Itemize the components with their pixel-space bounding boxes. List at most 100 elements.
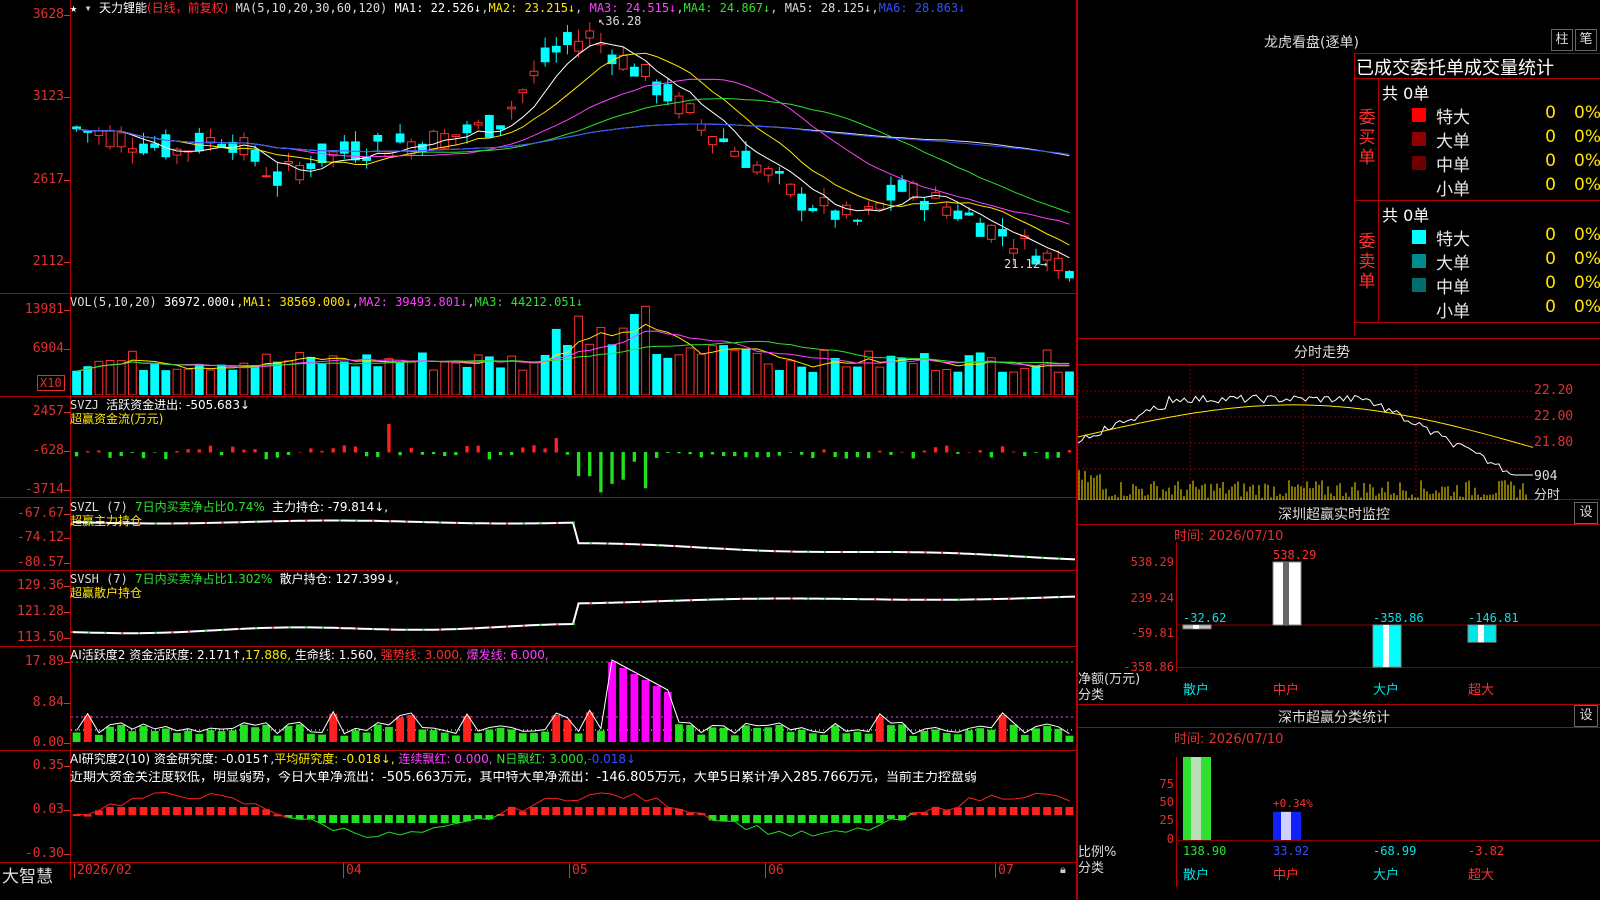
active-bar xyxy=(630,674,639,742)
research-line xyxy=(768,830,780,835)
flow-bar xyxy=(1034,452,1038,453)
position-tick xyxy=(1024,597,1027,600)
candle-body xyxy=(919,200,929,211)
ma5-label: MA5: 28.125↓ xyxy=(784,1,872,15)
volume-bar xyxy=(261,353,271,395)
position-tick xyxy=(690,599,693,602)
volume-bar xyxy=(328,355,338,395)
volume-bar xyxy=(942,368,952,395)
volume-bar xyxy=(317,363,327,395)
research-bar xyxy=(585,807,594,815)
position-tick xyxy=(405,520,408,523)
position-tick xyxy=(322,626,324,629)
position-tick xyxy=(154,522,157,525)
active-bar xyxy=(730,735,739,742)
research-bar xyxy=(150,807,159,815)
order-size-label: 大单 xyxy=(1436,254,1470,274)
intraday-vol-label: 904 xyxy=(1534,469,1558,484)
position-tick xyxy=(840,551,843,554)
monitor-bar-highlight xyxy=(1193,625,1199,629)
position-tick xyxy=(723,598,726,601)
ai-research-chart[interactable] xyxy=(71,790,1075,862)
research-bar xyxy=(340,815,349,823)
chart-area[interactable]: ★ ▾ 天力锂能(日线，前复权) MA(5,10,20,30,60,120) M… xyxy=(0,0,1076,900)
star-icon[interactable]: ★ xyxy=(70,1,77,15)
active-bar xyxy=(719,727,728,742)
active-bar xyxy=(407,715,416,742)
position-tick xyxy=(874,550,877,553)
candle-body xyxy=(629,66,639,77)
flow-bar xyxy=(353,446,358,453)
fund-flow-chart[interactable] xyxy=(71,400,1075,496)
candle-body xyxy=(942,206,952,216)
buy-order-row: 特大 0 0% xyxy=(1408,103,1600,128)
candle-body xyxy=(395,133,405,143)
position-tick xyxy=(656,600,659,603)
candle-body xyxy=(585,30,595,39)
volume-bar xyxy=(853,366,862,395)
intraday-chart[interactable] xyxy=(1078,365,1533,500)
flow-bar xyxy=(164,452,168,460)
order-count: 0 xyxy=(1545,103,1556,123)
candle-body xyxy=(953,210,963,220)
panel-separator xyxy=(0,750,1076,751)
sz-class-settings-button[interactable]: 设 xyxy=(1574,705,1598,727)
y-tick-label: -74.12 xyxy=(17,530,64,545)
position-tick xyxy=(489,626,492,629)
color-swatch xyxy=(1412,180,1426,194)
flow-bar xyxy=(699,452,703,458)
candlestick-chart[interactable] xyxy=(71,14,1075,292)
sz-class-bars[interactable]: 138.90 散户 33.92 中户 -68.99 大户 -3.82 超大 +0.34% xyxy=(1177,757,1600,899)
ai-active-chart[interactable] xyxy=(71,650,1075,750)
active-bar xyxy=(808,733,817,742)
volume-bar xyxy=(641,305,650,395)
position-tick xyxy=(455,521,458,524)
active-line xyxy=(76,659,1070,735)
sz-monitor-bars[interactable]: -32.62 散户 538.29 中户 -358.86 大户 -146.81 超大 xyxy=(1177,542,1600,702)
flow-bar xyxy=(878,450,882,453)
candle-body xyxy=(741,150,751,168)
ai-research-title: AI研究度2(10) 资金研究度: -0.015↑, xyxy=(70,752,275,766)
flow-bar xyxy=(956,452,960,454)
candle-body xyxy=(864,206,874,210)
flow-bar xyxy=(844,452,848,459)
candle-body xyxy=(752,164,762,173)
position-tick xyxy=(589,542,592,545)
volume-bar xyxy=(841,366,851,395)
candle-body xyxy=(473,122,483,126)
retail-position-chart[interactable] xyxy=(71,572,1075,646)
position-tick xyxy=(573,521,575,524)
candle-body xyxy=(886,184,896,201)
ma-params: MA(5,10,20,30,60,120) xyxy=(235,1,388,15)
dropdown-icon[interactable]: ▾ xyxy=(84,1,91,15)
active-bar xyxy=(931,729,940,742)
active-bar xyxy=(541,731,550,742)
sz-monitor-settings-button[interactable]: 设 xyxy=(1574,502,1598,524)
research-bar xyxy=(786,815,795,823)
position-tick xyxy=(1024,555,1027,558)
candle-body xyxy=(774,171,784,174)
intraday-title: 分时走势 xyxy=(1294,345,1350,361)
volume-bar xyxy=(585,343,595,395)
research-bar xyxy=(373,815,382,823)
active-bar xyxy=(385,726,393,742)
candle-body xyxy=(161,134,171,158)
research-bar xyxy=(240,807,248,815)
flow-bar xyxy=(588,452,592,477)
research-bar xyxy=(306,815,315,819)
research-line xyxy=(232,797,245,805)
research-bar xyxy=(407,815,416,823)
lock-icon[interactable]: 🔒︎ xyxy=(1060,863,1066,877)
volume-chart[interactable] xyxy=(71,300,1075,395)
active-bar xyxy=(942,733,951,742)
research-line xyxy=(210,792,222,796)
main-position-chart[interactable] xyxy=(71,500,1075,570)
research-bar xyxy=(351,815,360,823)
flow-bar xyxy=(822,449,826,453)
flow-bar xyxy=(130,452,135,453)
position-tick xyxy=(941,551,944,554)
research-line xyxy=(756,825,769,835)
candle-body xyxy=(674,95,684,115)
bar-view-button[interactable]: 柱 xyxy=(1551,29,1573,51)
tick-view-button[interactable]: 笔 xyxy=(1575,29,1597,51)
